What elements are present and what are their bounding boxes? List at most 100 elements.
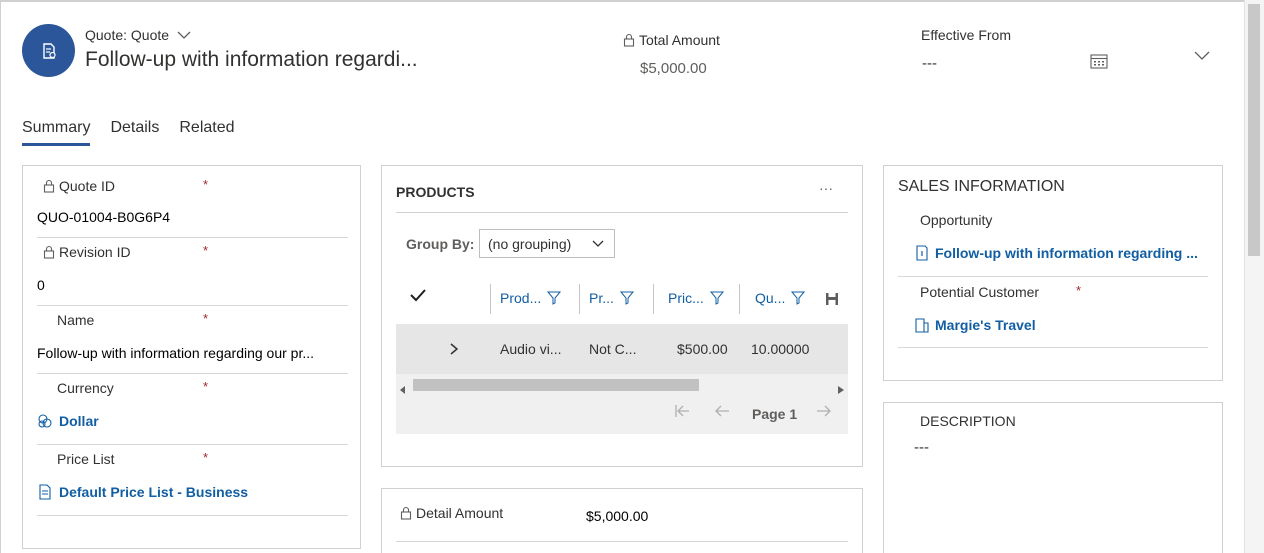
expand-row-icon[interactable]	[450, 342, 459, 360]
select-all-checkmark[interactable]	[410, 288, 426, 307]
sales-information-title: SALES INFORMATION	[898, 178, 1065, 195]
price-list-link[interactable]: Default Price List - Business	[37, 484, 248, 500]
page-number: Page 1	[752, 406, 798, 422]
next-page-icon[interactable]	[816, 404, 832, 423]
column-header-price[interactable]: Pric...	[668, 290, 724, 306]
opportunity-icon	[916, 245, 928, 261]
column-header-quantity[interactable]: Qu...	[755, 290, 806, 306]
filter-icon	[791, 291, 806, 305]
revision-id-value: 0	[37, 277, 45, 293]
more-commands-button[interactable]: ···	[819, 180, 833, 196]
potential-customer-label: Potential Customer	[920, 284, 1040, 300]
entity-type-label: Quote: Quote	[85, 27, 170, 43]
table-row[interactable]: Audio vi... Not C... $500.00 10.00000	[396, 324, 848, 374]
products-title: PRODUCTS	[396, 184, 475, 200]
required-marker: *	[203, 311, 209, 326]
sales-information-section: SALES INFORMATION Opportunity Follow-up …	[883, 165, 1223, 381]
column-separator	[653, 284, 654, 314]
name-field: Name * Follow-up with information regard…	[37, 306, 348, 374]
column-separator	[739, 284, 740, 314]
horizontal-scrollbar-thumb[interactable]	[413, 379, 699, 391]
chevron-down-icon	[177, 31, 191, 39]
chevron-down-icon	[1194, 51, 1210, 60]
price-list-icon	[39, 484, 51, 500]
quote-id-field: Quote ID * QUO-01004-B0G6P4	[37, 166, 348, 238]
cell-price-override: Not C...	[589, 341, 637, 357]
divider	[396, 212, 848, 213]
currency-link[interactable]: Dollar	[37, 413, 99, 429]
description-value[interactable]: ---	[914, 439, 929, 456]
price-list-label: Price List	[57, 451, 115, 467]
description-label: DESCRIPTION	[920, 413, 1016, 429]
quote-id-value: QUO-01004-B0G6P4	[37, 209, 171, 225]
general-section: Quote ID * QUO-01004-B0G6P4 Revision ID …	[22, 165, 361, 549]
filter-icon	[547, 291, 562, 305]
filter-icon	[709, 291, 724, 305]
products-section: PRODUCTS ··· Group By: (no grouping) Pro…	[381, 165, 863, 467]
detail-amount-label: Detail Amount	[400, 505, 503, 521]
chevron-down-icon	[592, 240, 604, 247]
required-marker: *	[1076, 283, 1082, 298]
name-label: Name	[57, 312, 95, 328]
price-list-field: Price List * Default Price List - Busine…	[37, 445, 348, 516]
cell-product: Audio vi...	[500, 341, 562, 357]
cell-price: $500.00	[677, 341, 728, 357]
lock-icon	[43, 245, 55, 259]
opportunity-field: Opportunity Follow-up with information r…	[898, 206, 1208, 277]
lock-icon	[43, 179, 55, 193]
tab-related[interactable]: Related	[179, 119, 234, 146]
currency-label: Currency	[57, 380, 114, 396]
potential-customer-field: Potential Customer * Margie's Travel	[898, 277, 1208, 348]
form-selector[interactable]: Quote: Quote	[85, 27, 191, 43]
previous-page-icon[interactable]	[714, 404, 730, 423]
currency-icon	[38, 414, 52, 428]
header-expand-button[interactable]	[1194, 48, 1210, 66]
total-amount-value: $5,000.00	[640, 60, 707, 77]
column-header-product[interactable]: Prod...	[500, 290, 562, 306]
cell-quantity: 10.00000	[751, 341, 810, 357]
column-separator	[579, 284, 580, 314]
required-marker: *	[203, 379, 209, 394]
required-marker: *	[203, 177, 209, 192]
lock-icon	[400, 506, 412, 520]
effective-from-label: Effective From	[921, 27, 1011, 43]
scroll-right-arrow[interactable]	[838, 381, 844, 399]
calendar-icon[interactable]	[1090, 53, 1108, 74]
group-by-select[interactable]: (no grouping)	[479, 229, 615, 258]
scroll-left-arrow[interactable]	[400, 381, 406, 399]
record-title: Follow-up with information regardi...	[85, 48, 418, 71]
group-by-value: (no grouping)	[488, 235, 572, 252]
detail-amount-value: $5,000.00	[586, 508, 649, 524]
required-marker: *	[203, 243, 209, 258]
account-icon	[915, 318, 929, 333]
potential-customer-link[interactable]: Margie's Travel	[915, 317, 1036, 333]
vertical-scrollbar[interactable]	[1244, 0, 1264, 553]
opportunity-link[interactable]: Follow-up with information regarding ...	[915, 245, 1198, 261]
detail-amount-section: Detail Amount $5,000.00	[381, 488, 863, 553]
quote-id-label: Quote ID	[43, 178, 115, 194]
revision-id-field: Revision ID * 0	[37, 238, 348, 306]
save-icon[interactable]	[825, 292, 839, 311]
filter-icon	[619, 291, 634, 305]
total-amount-label: Total Amount	[623, 32, 720, 48]
quote-entity-icon	[22, 24, 75, 77]
description-section: DESCRIPTION ---	[883, 402, 1223, 553]
currency-field: Currency * Dollar	[37, 374, 348, 445]
required-marker: *	[203, 450, 209, 465]
column-separator	[490, 284, 491, 314]
products-grid: Audio vi... Not C... $500.00 10.00000 Pa…	[396, 324, 848, 434]
vertical-scrollbar-thumb[interactable]	[1248, 4, 1260, 256]
opportunity-label: Opportunity	[920, 212, 993, 228]
effective-from-value[interactable]: ---	[922, 55, 937, 72]
revision-id-label: Revision ID	[43, 244, 131, 260]
checkmark-icon	[410, 289, 426, 302]
name-input[interactable]: Follow-up with information regarding our…	[37, 345, 314, 361]
column-header-price-override[interactable]: Pr...	[589, 290, 634, 306]
divider	[396, 541, 848, 542]
tab-details[interactable]: Details	[110, 119, 159, 146]
tab-summary[interactable]: Summary	[22, 119, 91, 146]
group-by-label: Group By:	[406, 236, 475, 252]
lock-icon	[623, 33, 635, 47]
tab-list: Summary Details Related	[22, 119, 235, 146]
first-page-icon[interactable]	[674, 404, 690, 423]
